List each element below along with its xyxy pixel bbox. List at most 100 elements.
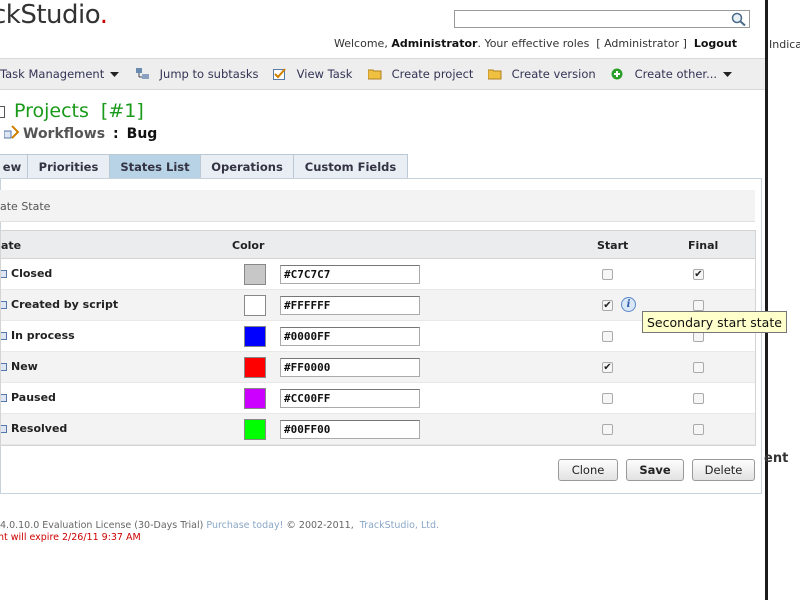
- color-input[interactable]: [280, 389, 420, 408]
- footer-copyright: © 2002-2011,: [286, 520, 354, 531]
- create-project-label: Create project: [391, 67, 474, 81]
- header-state: ate: [1, 239, 22, 252]
- create-project-button[interactable]: Create project: [368, 67, 473, 81]
- final-checkbox[interactable]: [693, 362, 704, 373]
- create-other-menu[interactable]: Create other...: [611, 67, 732, 81]
- view-task-button[interactable]: View Task: [273, 67, 352, 81]
- tab-operations[interactable]: Operations: [200, 154, 294, 178]
- breadcrumb-separator: :: [113, 126, 119, 142]
- save-button[interactable]: Save: [626, 459, 684, 481]
- start-checkbox[interactable]: [602, 269, 613, 280]
- state-icon: [1, 301, 7, 309]
- state-icon: [1, 425, 7, 433]
- start-checkbox[interactable]: [602, 393, 613, 404]
- chevron-down-icon: [722, 72, 732, 77]
- color-input[interactable]: [280, 327, 420, 346]
- info-icon[interactable]: i: [621, 297, 636, 312]
- table-row: Resolved: [1, 414, 755, 445]
- table-row: New ✔: [1, 352, 755, 383]
- role-name: [ Administrator ]: [596, 37, 687, 50]
- toolbar: Task Management Jump to subtasks View Ta…: [0, 58, 765, 90]
- welcome-bar: Welcome, Administrator. Your effective r…: [334, 37, 737, 50]
- state-name[interactable]: Closed: [11, 267, 52, 280]
- delete-button[interactable]: Delete: [692, 459, 755, 481]
- checklist-icon: [273, 68, 286, 80]
- clone-button[interactable]: Clone: [558, 459, 618, 481]
- task-management-label: Task Management: [0, 67, 105, 81]
- create-version-label: Create version: [511, 67, 596, 81]
- create-state-header: ate State: [0, 190, 755, 222]
- tooltip: Secondary start state: [642, 311, 787, 333]
- background-window-text-2: ent: [764, 451, 789, 466]
- projects-link[interactable]: Projects: [14, 100, 89, 122]
- tab-custom-fields[interactable]: Custom Fields: [293, 154, 408, 178]
- create-version-button[interactable]: Create version: [488, 67, 596, 81]
- view-task-label: View Task: [296, 67, 353, 81]
- state-name[interactable]: Paused: [11, 391, 56, 404]
- task-management-menu[interactable]: Task Management: [0, 67, 119, 81]
- states-table: ate Color Start Final Closed ✔ Created by …: [0, 230, 756, 446]
- color-input[interactable]: [280, 265, 420, 284]
- purchase-link[interactable]: Purchase today!: [206, 520, 283, 531]
- table-row: Closed ✔: [1, 259, 755, 290]
- state-name[interactable]: In process: [11, 329, 75, 342]
- color-swatch[interactable]: [244, 295, 266, 316]
- table-header: ate Color Start Final: [1, 231, 755, 259]
- state-name[interactable]: Resolved: [11, 422, 67, 435]
- state-name[interactable]: Created by script: [11, 298, 118, 311]
- logout-link[interactable]: Logout: [694, 37, 737, 50]
- logo: ckStudio.: [0, 0, 108, 30]
- table-row: Paused: [1, 383, 755, 414]
- jump-to-subtasks-button[interactable]: Jump to subtasks: [136, 67, 258, 81]
- tab-priorities[interactable]: Priorities: [27, 154, 110, 178]
- color-input[interactable]: [280, 296, 420, 315]
- workflows-label: Workflows: [23, 126, 106, 142]
- logo-dot: .: [99, 0, 108, 30]
- color-swatch[interactable]: [244, 357, 266, 378]
- header-start: Start: [597, 239, 629, 252]
- folder-icon: [368, 69, 382, 80]
- color-input[interactable]: [280, 358, 420, 377]
- color-swatch[interactable]: [244, 326, 266, 347]
- window-divider: [765, 0, 768, 600]
- company-link[interactable]: TrackStudio, Ltd.: [360, 520, 439, 531]
- footer-version: 4.0.10.0 Evaluation License (30-Days Tri…: [0, 520, 204, 531]
- tab-states-list[interactable]: States List: [109, 154, 201, 178]
- tab-overview[interactable]: ew: [0, 154, 28, 178]
- final-checkbox[interactable]: ✔: [693, 269, 704, 280]
- color-swatch[interactable]: [244, 388, 266, 409]
- chevron-down-icon: [109, 72, 119, 77]
- page-icon: [0, 106, 5, 118]
- header-final: Final: [688, 239, 719, 252]
- state-icon: [1, 394, 7, 402]
- start-checkbox[interactable]: ✔: [602, 362, 613, 373]
- workflow-name: Bug: [126, 126, 158, 142]
- header-color: Color: [232, 239, 265, 252]
- jump-to-subtasks-label: Jump to subtasks: [159, 67, 259, 81]
- state-icon: [1, 270, 7, 278]
- subtasks-icon: [136, 68, 149, 79]
- color-swatch[interactable]: [244, 419, 266, 440]
- start-checkbox[interactable]: [602, 424, 613, 435]
- start-checkbox[interactable]: ✔: [602, 300, 613, 311]
- table-body: Closed ✔ Created by script ✔ i In process New ✔…: [1, 259, 755, 445]
- search-icon[interactable]: [730, 11, 748, 27]
- final-checkbox[interactable]: [693, 393, 704, 404]
- create-state-link[interactable]: ate State: [0, 200, 50, 213]
- roles-text: . Your effective roles: [477, 37, 590, 50]
- workflow-icon: [3, 125, 20, 139]
- footer-expire: nt will expire 2/26/11 9:37 AM: [0, 532, 141, 543]
- start-checkbox[interactable]: [602, 331, 613, 342]
- page-title: Projects [#1]: [14, 100, 144, 122]
- user-name: Administrator: [391, 37, 478, 50]
- welcome-prefix: Welcome,: [334, 37, 388, 50]
- final-checkbox[interactable]: [693, 424, 704, 435]
- state-name[interactable]: New: [11, 360, 38, 373]
- background-window-text: Indica: [769, 38, 800, 51]
- plus-circle-icon: [611, 68, 623, 80]
- final-checkbox[interactable]: [693, 300, 704, 311]
- color-input[interactable]: [280, 420, 420, 439]
- state-icon: [1, 332, 7, 340]
- search-input[interactable]: [454, 10, 750, 28]
- color-swatch[interactable]: [244, 264, 266, 285]
